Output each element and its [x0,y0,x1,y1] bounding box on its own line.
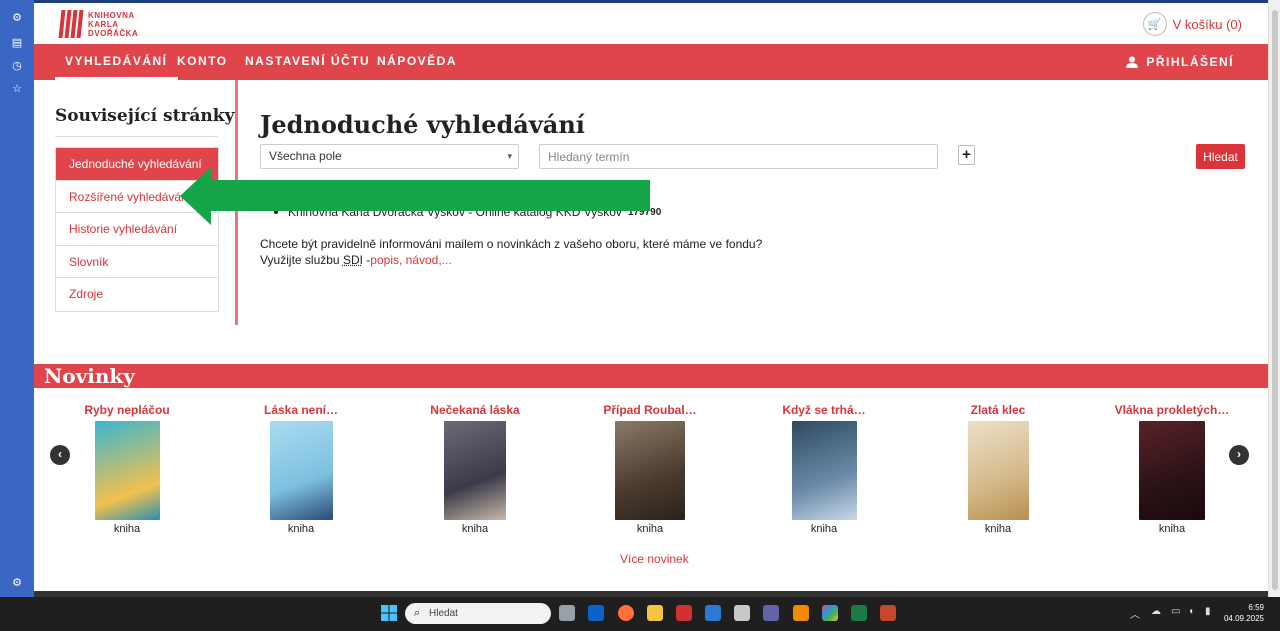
pages-icon[interactable]: ▤ [10,36,24,50]
book-type: kniha [461,523,489,535]
teams-icon[interactable] [763,605,779,621]
page-title: Jednoduché vyhledávání [260,110,585,139]
book-card[interactable]: Nečekaná láska kniha [400,403,550,535]
book-title[interactable]: Nečekaná láska [400,403,550,419]
page-scrollbar[interactable] [1268,0,1280,597]
book-type: kniha [1158,523,1186,535]
book-title[interactable]: Případ Roubal… [575,403,725,419]
search-input[interactable] [539,144,938,169]
sdi-service-line: Využijte službu SDI -popis, návod,... [260,253,452,267]
nav-nastaveni-uctu[interactable]: NASTAVENÍ ÚČTU [245,44,370,80]
field-select-value: Všechna pole [269,149,342,163]
vlc-icon[interactable] [793,605,809,621]
file-explorer-icon[interactable] [647,605,663,621]
chevron-up-icon[interactable]: ︿ [1130,606,1140,621]
acrobat-icon[interactable] [676,605,692,621]
novinky-title: Novinky [44,364,135,388]
windows-start-icon[interactable] [381,605,397,621]
task-view-icon[interactable] [559,605,575,621]
powerpoint-icon[interactable] [880,605,896,621]
cart-label[interactable]: V košíku (0) [1173,17,1242,32]
book-card[interactable]: Když se trhá… kniha [749,403,899,535]
firefox-icon[interactable] [618,605,634,621]
settings-icon[interactable]: ⚙ [10,576,24,590]
more-news-link[interactable]: Více novinek [620,552,689,566]
book-card[interactable]: Případ Roubal… kniha [575,403,725,535]
book-cover[interactable] [1139,421,1205,520]
notepad-icon[interactable] [705,605,721,621]
search-button[interactable]: Hledat [1196,144,1245,169]
network-icon[interactable]: ▭ [1171,606,1180,617]
taskbar-clock[interactable]: 6:59 04.09.2025 [1224,602,1264,624]
cloud-icon[interactable]: ☁ [1151,606,1161,617]
book-title[interactable]: Když se trhá… [749,403,899,419]
book-cover[interactable] [444,421,506,520]
book-card[interactable]: Zlatá klec kniha [923,403,1073,535]
main-nav: VYHLEDÁVÁNÍ KONTO NASTAVENÍ ÚČTU NÁPOVĚD… [34,44,1268,80]
book-cover[interactable] [967,421,1029,520]
book-type: kniha [984,523,1012,535]
taskbar-search-label: Hledat [429,608,458,619]
clock-time: 6:59 [1248,603,1264,612]
clock-date: 04.09.2025 [1223,614,1264,623]
taskbar: ⌕ Hledat ︿ ☁ ▭ ◖ ▮ 6:59 04.09.2025 [0,597,1280,631]
book-cover[interactable] [269,421,333,520]
field-select[interactable]: Všechna pole ▾ [260,144,519,169]
sidebar-item-zdroje[interactable]: Zdroje [56,278,218,311]
sidebar-title: Související stránky [55,106,235,126]
book-card[interactable]: Láska není… kniha [226,403,376,535]
library-catalog-page: KNIHOVNA KARLA DVOŘÁČKA 🛒 V košíku (0) V… [34,0,1268,597]
cart-icon[interactable]: 🛒 [1142,12,1167,36]
outlook-icon[interactable] [588,605,604,621]
book-card[interactable]: Ryby nepláčou kniha [52,403,202,535]
book-cover[interactable] [94,421,160,520]
nav-napoveda[interactable]: NÁPOVĚDA [377,44,457,80]
login-label[interactable]: PŘIHLÁŠENÍ [1146,45,1234,79]
cart-link[interactable]: 🛒 V košíku (0) [1142,12,1242,36]
book-title[interactable]: Vlákna prokletých… [1097,403,1247,419]
logo-line-3: DVOŘÁČKA [88,28,139,38]
user-icon [1126,56,1139,68]
calculator-icon[interactable] [734,605,750,621]
excel-icon[interactable] [851,605,867,621]
book-card[interactable]: Vlákna prokletých… kniha [1097,403,1247,535]
extensions-icon[interactable]: ⚙ [10,11,24,25]
book-cover[interactable] [791,421,857,520]
battery-icon[interactable]: ▮ [1205,606,1211,617]
sdi-abbr: SDI [342,253,363,267]
colorful-app-icon[interactable] [822,605,838,621]
book-title[interactable]: Zlatá klec [923,403,1073,419]
logo-line-1: KNIHOVNA [88,10,135,20]
add-field-button[interactable]: + [958,145,975,165]
book-title[interactable]: Ryby nepláčou [52,403,202,419]
library-logo[interactable]: KNIHOVNA KARLA DVOŘÁČKA [58,10,139,38]
sdi-help-link[interactable]: popis, návod,... [370,253,451,267]
bookmarks-icon[interactable]: ☆ [10,82,24,96]
sidebar-item-slovnik[interactable]: Slovník [56,246,218,279]
taskbar-search[interactable]: ⌕ Hledat [405,603,551,624]
nav-konto[interactable]: KONTO [177,44,228,80]
logo-line-2: KARLA [88,19,119,29]
sdi-prefix: Využijte službu [260,253,343,267]
chevron-down-icon: ▾ [507,151,512,161]
book-type: kniha [287,523,315,535]
history-icon[interactable]: ◷ [10,59,24,73]
sidebar-divider [55,136,218,137]
logo-mark-icon [58,10,84,38]
novinky-bar: Novinky [34,364,1268,388]
nav-vyhledavani[interactable]: VYHLEDÁVÁNÍ [55,44,178,80]
green-arrow-icon [180,167,650,225]
search-icon: ⌕ [414,607,421,619]
book-type: kniha [636,523,664,535]
browser-sidebar: ⚙ ▤ ◷ ☆ ⚙ [0,0,34,597]
login-link[interactable]: PŘIHLÁŠENÍ [1126,44,1234,80]
volume-icon[interactable]: ◖ [1188,606,1194,617]
book-cover[interactable] [615,421,685,520]
book-title[interactable]: Láska není… [226,403,376,419]
sdi-info-line: Chcete být pravidelně informováni mailem… [260,237,763,251]
book-type: kniha [113,523,141,535]
book-type: kniha [810,523,838,535]
top-border [34,0,1268,3]
